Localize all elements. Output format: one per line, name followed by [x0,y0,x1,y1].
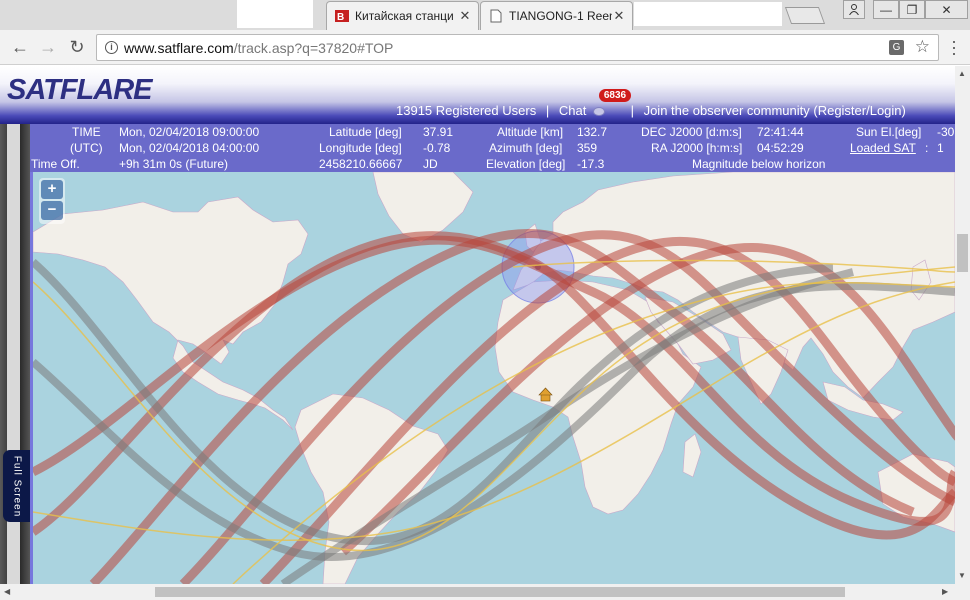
tab-ghost [634,2,782,26]
page-content: SATFLARE 13915 Registered Users | Chat 6… [0,66,955,584]
scroll-right-icon[interactable]: ▶ [942,587,948,596]
timeoff-value: +9h 31m 0s (Future) [119,157,229,171]
latitude-value: 37.91 [423,125,454,139]
longitude-value: -0.78 [423,141,451,155]
close-icon[interactable]: ✕ [925,0,968,19]
satellite-info-bar: TIME Mon, 02/04/2018 09:00:00 (UTC) Mon,… [30,124,955,172]
zoom-control: + − [39,178,65,224]
tab-title: Китайская станци [355,9,454,23]
scroll-left-icon[interactable]: ◀ [4,587,10,596]
jd-number: 2458210.66667 [319,157,403,171]
forward-icon[interactable]: → [37,36,59,58]
azimuth-value: 359 [577,141,598,155]
minimize-icon[interactable]: — [873,0,899,19]
tab-close-icon[interactable]: ✕ [458,8,472,24]
page-icon [489,9,503,23]
url-path: /track.asp?q=37820#TOP [233,39,394,56]
svg-text:B: B [337,12,344,23]
info-icon[interactable]: i [105,41,118,54]
ra-value: 04:52:29 [757,141,804,155]
altitude-label: Altitude [km] [497,125,564,139]
azimuth-label: Azimuth [deg] [489,141,563,155]
vertical-scrollbar[interactable]: ▲ ▼ [955,66,970,584]
menu-icon[interactable]: · · · [946,32,962,62]
reload-icon[interactable]: ↻ [66,36,88,58]
map-canvas [33,172,955,584]
latitude-label: Latitude [deg] [329,125,402,139]
scroll-down-icon[interactable]: ▼ [958,571,966,580]
elevation-value: -17.3 [577,157,605,171]
translate-icon[interactable]: G [889,40,904,55]
horizontal-scroll-thumb[interactable] [155,587,845,597]
zoom-out-button[interactable]: − [41,201,63,220]
new-tab-button[interactable] [784,7,826,24]
chat-label: Chat [558,103,587,118]
scroll-up-icon[interactable]: ▲ [958,69,966,78]
separator: | [630,103,634,118]
dec-value: 72:41:44 [757,125,804,139]
utc-value: Mon, 02/04/2018 04:00:00 [119,141,260,155]
registered-users: 13915 Registered Users [396,103,537,118]
tab-title: TIANGONG-1 Reent [509,9,612,23]
url-host: www.satflare.com [124,39,234,56]
dec-label: DEC J2000 [d:m:s] [641,125,742,139]
time-label: TIME [72,125,101,139]
separator: | [545,103,550,118]
longitude-label: Longitude [deg] [319,141,402,155]
vertical-scroll-thumb[interactable] [957,234,968,272]
address-bar[interactable]: i www.satflare.com/track.asp?q=37820#TOP… [96,34,939,61]
chat-link[interactable]: Chat 6836 [558,89,632,118]
tab-strip: B Китайская станци ✕ TIANGONG-1 Reent ✕ … [0,0,970,30]
user-icon[interactable] [843,0,865,19]
altitude-value: 132.7 [577,125,608,139]
restore-icon[interactable]: ❐ [899,0,925,19]
loaded-sat-link[interactable]: Loaded SAT [850,141,916,155]
time-value: Mon, 02/04/2018 09:00:00 [119,125,260,139]
tab-tiangong[interactable]: TIANGONG-1 Reent ✕ [480,1,633,30]
madagascar-shape [682,433,702,478]
loaded-sat-colon: : [925,141,929,155]
chat-count-badge: 6836 [598,89,632,102]
sun-elevation-value: -30 [937,125,955,139]
magnitude-text: Magnitude below horizon [692,157,826,171]
ra-label: RA J2000 [h:m:s] [651,141,743,155]
timeoff-label: Time Off. [31,157,80,171]
zoom-in-button[interactable]: + [41,180,63,199]
full-screen-button[interactable]: Full Screen [3,450,30,522]
join-link[interactable]: Join the observer community (Register/Lo… [644,103,906,118]
site-logo[interactable]: SATFLARE [7,74,153,107]
utc-label: (UTC) [70,141,103,155]
horizontal-scrollbar[interactable]: ◀ ▶ [0,584,970,600]
site-header: SATFLARE 13915 Registered Users | Chat 6… [0,66,955,124]
star-icon[interactable]: ☆ [915,37,930,57]
sun-elevation-label: Sun El.[deg] [856,125,922,139]
tab-close-icon[interactable]: ✕ [612,8,626,24]
tab-chinese-station[interactable]: B Китайская станци ✕ [326,1,479,30]
full-screen-label: Full Screen [11,455,23,517]
tab-ghost [237,0,313,28]
elevation-label: Elevation [deg] [486,157,566,171]
jd-label: JD [423,157,438,171]
loaded-sat-value: 1 [937,141,944,155]
red-b-favicon: B [335,9,349,23]
world-map[interactable]: + − [30,172,955,584]
header-links: 13915 Registered Users | Chat 6836 | Joi… [396,89,906,118]
chat-bubble-icon [592,107,605,117]
browser-toolbar: ← → ↻ i www.satflare.com/track.asp?q=378… [0,30,970,65]
back-icon[interactable]: ← [9,36,31,58]
